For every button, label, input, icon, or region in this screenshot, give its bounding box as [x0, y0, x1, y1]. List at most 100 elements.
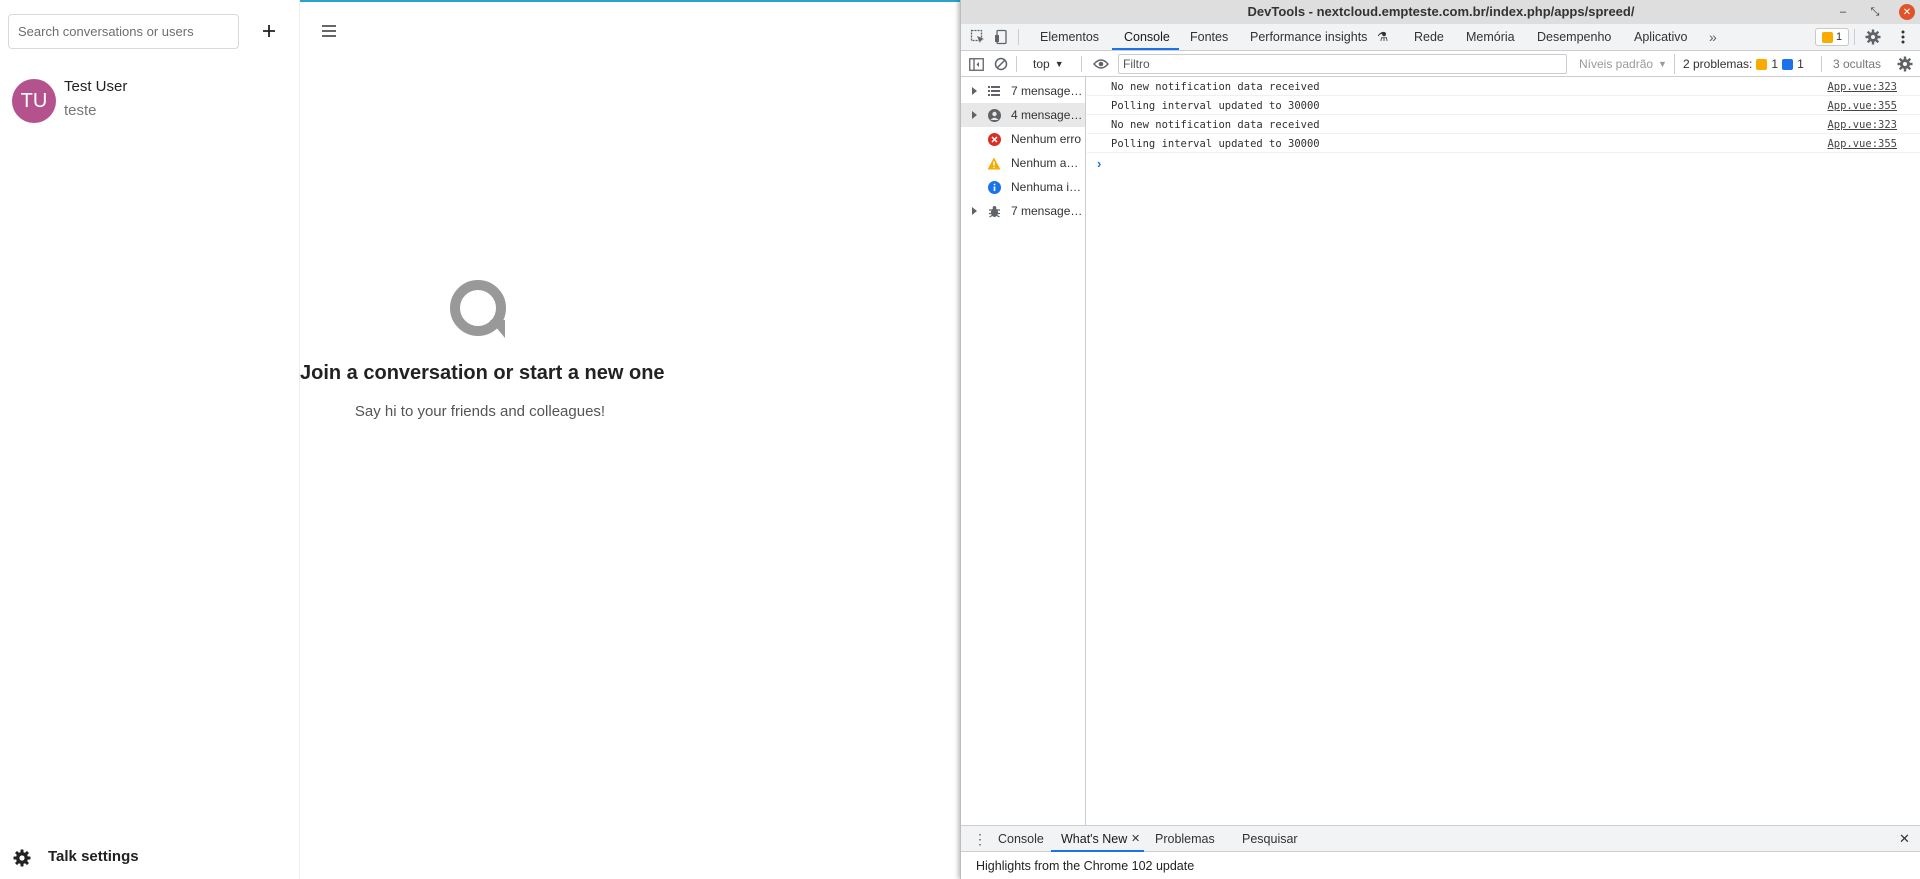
empty-subtitle: Say hi to your friends and colleagues! — [354, 403, 606, 420]
inspect-element-button[interactable] — [969, 28, 987, 46]
sidebar-group-errors[interactable]: Nenhum erro — [961, 127, 1085, 151]
sidebar-group-messages[interactable]: 7 mensagens — [961, 79, 1085, 103]
console-message-source-link[interactable]: App.vue:323 — [1827, 81, 1897, 93]
eye-icon — [1093, 59, 1109, 69]
divider — [1081, 56, 1082, 72]
sidebar-group-info[interactable]: Nenhuma informação — [961, 175, 1085, 199]
tab-console[interactable]: Console — [1124, 24, 1170, 50]
search-input[interactable] — [8, 14, 239, 49]
window-title: DevTools - nextcloud.empteste.com.br/ind… — [1247, 4, 1635, 19]
sidebar-group-label: 7 mensagens detalhadas — [1011, 204, 1083, 218]
close-icon: ✕ — [1131, 833, 1141, 845]
talk-settings-button[interactable]: Talk settings — [0, 842, 299, 874]
toggle-sidebar-button[interactable] — [967, 55, 985, 73]
drawer-tab-console[interactable]: Console — [998, 826, 1044, 852]
divider — [1854, 29, 1855, 45]
gear-icon — [1865, 29, 1881, 45]
tab-memory[interactable]: Memória — [1466, 24, 1515, 50]
drawer-tab-whats-new[interactable]: What's New — [1061, 826, 1127, 852]
minimize-button[interactable]: – — [1835, 4, 1851, 20]
console-message-text: Polling interval updated to 30000 — [1111, 138, 1320, 150]
devtools-tabbar: Elementos Console Fontes Performance ins… — [961, 24, 1920, 51]
more-tabs-button[interactable]: » — [1709, 24, 1717, 50]
expand-arrow-icon — [972, 207, 977, 215]
sidebar-group-warnings[interactable]: Nenhum aviso — [961, 151, 1085, 175]
restore-icon: ⤡ — [1870, 5, 1880, 18]
drawer-tab-search[interactable]: Pesquisar — [1242, 826, 1298, 852]
prompt-chevron-icon: › — [1097, 156, 1102, 171]
sidebar-group-verbose[interactable]: 7 mensagens detalhadas — [961, 199, 1085, 223]
problems-warning-count: 1 — [1771, 57, 1779, 71]
info-icon — [987, 180, 1001, 194]
talk-settings-label: Talk settings — [48, 848, 139, 865]
issues-badge[interactable]: 1 — [1815, 28, 1849, 46]
sidebar-group-user-messages[interactable]: 4 mensagens do usuário — [961, 103, 1085, 127]
drawer-menu-button[interactable]: ⋮ — [973, 826, 987, 852]
restore-button[interactable]: ⤡ — [1867, 4, 1883, 20]
console-message-source-link[interactable]: App.vue:355 — [1827, 100, 1897, 112]
sidebar-group-label: 4 mensagens do usuário — [1011, 108, 1083, 122]
console-sidebar: 7 mensagens 4 mensagens do usuário Nenhu… — [961, 77, 1086, 825]
avatar: TU — [12, 79, 56, 123]
user-icon — [987, 108, 1001, 122]
warning-icon — [987, 156, 1001, 170]
console-message-text: Polling interval updated to 30000 — [1111, 100, 1320, 112]
dropdown-arrow-icon: ▼ — [1658, 59, 1667, 69]
console-message-source-link[interactable]: App.vue:323 — [1827, 119, 1897, 131]
close-drawer-button[interactable]: ✕ — [1899, 826, 1910, 852]
close-icon: ✕ — [1899, 831, 1910, 846]
close-tab-button[interactable]: ✕ — [1131, 826, 1140, 852]
tab-performance[interactable]: Desempenho — [1537, 24, 1611, 50]
log-levels-select[interactable]: Níveis padrão ▼ — [1573, 54, 1673, 74]
device-toolbar-button[interactable] — [993, 28, 1011, 46]
empty-content: Join a conversation or start a new one S… — [300, 280, 665, 420]
context-select[interactable]: top ▼ — [1029, 54, 1075, 74]
sidebar-group-label: Nenhum erro — [1011, 132, 1082, 146]
settings-button[interactable] — [1864, 28, 1882, 46]
warning-icon — [1756, 58, 1768, 70]
toggle-navigation-button[interactable] — [318, 20, 340, 42]
problems-info-count: 1 — [1797, 57, 1804, 71]
console-message: No new notification data received App.vu… — [1087, 77, 1920, 96]
console-message-source-link[interactable]: App.vue:355 — [1827, 138, 1897, 150]
kebab-menu-icon: ⋮ — [973, 831, 987, 847]
tab-network[interactable]: Rede — [1414, 24, 1444, 50]
plus-icon — [263, 25, 275, 37]
tab-application[interactable]: Aplicativo — [1634, 24, 1688, 50]
conversation-name: Test User — [64, 78, 128, 95]
minimize-icon: – — [1839, 6, 1847, 18]
divider — [1821, 56, 1822, 72]
context-value: top — [1033, 57, 1050, 71]
console-message-text: No new notification data received — [1111, 81, 1320, 93]
expand-arrow-icon — [972, 87, 977, 95]
console-message: Polling interval updated to 30000 App.vu… — [1087, 96, 1920, 115]
problems-button[interactable]: 2 problemas: 1 1 — [1674, 54, 1818, 74]
console-filterbar: top ▼ Níveis padrão ▼ 2 problemas: 1 1 3… — [961, 51, 1920, 77]
conversations-sidebar: TU Test User teste Talk setting — [0, 0, 300, 879]
tab-sources[interactable]: Fontes — [1190, 24, 1228, 50]
conversation-item[interactable]: TU Test User teste — [0, 72, 299, 128]
drawer-tab-issues[interactable]: Problemas — [1155, 826, 1215, 852]
console-message: No new notification data received App.vu… — [1087, 115, 1920, 134]
console-prompt[interactable]: › — [1097, 156, 1101, 171]
console-filter-input[interactable] — [1118, 54, 1567, 74]
tab-elements[interactable]: Elementos — [1040, 24, 1099, 50]
drawer-content: Highlights from the Chrome 102 update — [961, 852, 1920, 879]
clear-console-button[interactable] — [992, 55, 1010, 73]
bug-icon — [987, 204, 1001, 218]
close-window-button[interactable]: ✕ — [1899, 4, 1915, 20]
close-icon: ✕ — [1902, 6, 1912, 18]
whats-new-highlight: Highlights from the Chrome 102 update — [976, 859, 1195, 873]
new-conversation-button[interactable] — [254, 14, 284, 48]
sidebar-group-label: 7 mensagens — [1011, 84, 1083, 98]
issue-warning-icon — [1821, 31, 1833, 43]
tab-performance-insights[interactable]: Performance insights — [1250, 24, 1367, 50]
live-expression-button[interactable] — [1092, 55, 1110, 73]
gear-icon — [13, 849, 31, 867]
console-messages: No new notification data received App.vu… — [1087, 77, 1920, 825]
flask-icon: ⚗ — [1377, 30, 1389, 44]
more-options-button[interactable] — [1894, 28, 1912, 46]
console-settings-button[interactable] — [1896, 55, 1914, 73]
devtools-window: DevTools - nextcloud.empteste.com.br/ind… — [960, 0, 1920, 879]
problems-label: 2 problemas: — [1683, 57, 1753, 71]
